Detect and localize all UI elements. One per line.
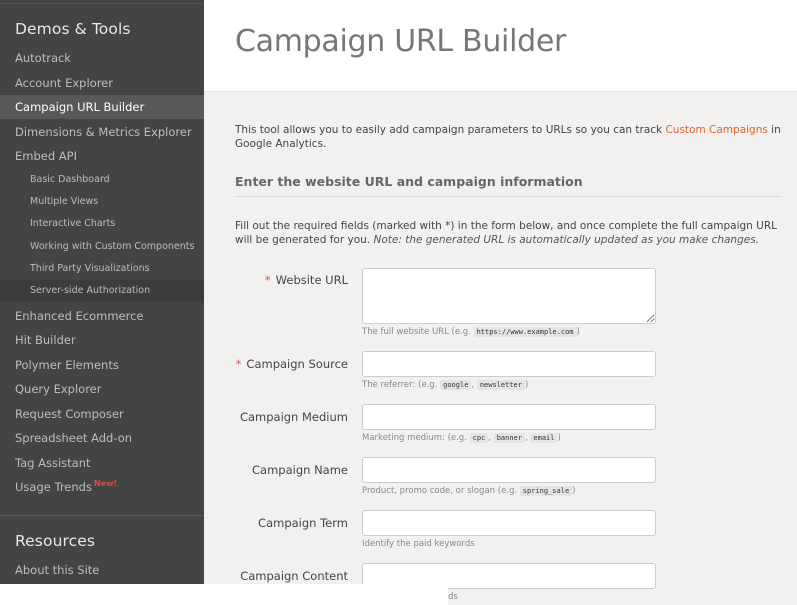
- sidebar-item-usage-trends[interactable]: Usage Trends New!: [0, 475, 204, 499]
- required-marker: *: [235, 357, 242, 371]
- sidebar-item-hit-builder[interactable]: Hit Builder: [0, 328, 204, 352]
- website-url-input[interactable]: [362, 268, 656, 324]
- sidebar-item-campaign-url-builder[interactable]: Campaign URL Builder: [0, 95, 204, 119]
- campaign-term-help: Identify the paid keywords: [362, 539, 475, 549]
- intro-text-before: This tool allows you to easily add campa…: [235, 124, 666, 136]
- sidebar-item-request-composer[interactable]: Request Composer: [0, 402, 204, 426]
- sidebar-section-title-demos: Demos & Tools: [15, 20, 131, 38]
- custom-campaigns-link[interactable]: Custom Campaigns: [665, 124, 767, 136]
- example-code: cpc: [469, 433, 489, 443]
- sidebar-subitem-interactive-charts[interactable]: Interactive Charts: [0, 213, 204, 235]
- campaign-name-help: Product, promo code, or slogan (e.g. spr…: [362, 486, 575, 496]
- sidebar-item-dimensions-metrics-explorer[interactable]: Dimensions & Metrics Explorer: [0, 120, 204, 144]
- example-code: banner: [493, 433, 525, 443]
- instructions-text: Fill out the required fields (marked wit…: [235, 219, 785, 247]
- sidebar-subitem-server-side-authorization[interactable]: Server-side Authorization: [0, 280, 204, 302]
- website-url-label: * Website URL: [204, 273, 348, 287]
- page-title: Campaign URL Builder: [235, 24, 567, 59]
- sidebar-subitem-basic-dashboard[interactable]: Basic Dashboard: [0, 169, 204, 191]
- sidebar-subitem-custom-components[interactable]: Working with Custom Components: [0, 236, 204, 258]
- sidebar-item-label: Usage Trends: [15, 480, 92, 494]
- campaign-source-input[interactable]: [362, 351, 656, 377]
- sidebar-item-tag-assistant[interactable]: Tag Assistant: [0, 451, 204, 475]
- website-url-help: The full website URL (e.g. https://www.e…: [362, 327, 580, 337]
- sidebar-item-autotrack[interactable]: Autotrack: [0, 46, 204, 70]
- example-code: newsletter: [476, 380, 525, 390]
- instructions-note: Note: the generated URL is automatically…: [373, 234, 760, 246]
- section-heading: Enter the website URL and campaign infor…: [235, 174, 782, 197]
- campaign-name-input[interactable]: [362, 457, 656, 483]
- campaign-name-label: Campaign Name: [252, 463, 348, 477]
- main-content: This tool allows you to easily add campa…: [204, 93, 797, 605]
- campaign-source-label-text: Campaign Source: [246, 357, 348, 371]
- campaign-source-help: The referrer: (e.g. google, newsletter): [362, 380, 529, 390]
- sidebar-divider: [0, 515, 204, 516]
- intro-text: This tool allows you to easily add campa…: [235, 123, 785, 151]
- page-header: Campaign URL Builder: [204, 0, 797, 92]
- help-text: ): [576, 327, 580, 337]
- sidebar-top-divider: [0, 3, 204, 4]
- sidebar-item-embed-api[interactable]: Embed API: [0, 144, 204, 168]
- new-badge: New!: [93, 479, 118, 488]
- sidebar-item-spreadsheet-add-on[interactable]: Spreadsheet Add-on: [0, 426, 204, 450]
- sidebar-subitem-multiple-views[interactable]: Multiple Views: [0, 191, 204, 213]
- help-text: ): [572, 486, 576, 496]
- campaign-content-help: ds: [448, 592, 458, 602]
- sidebar-item-query-explorer[interactable]: Query Explorer: [0, 377, 204, 401]
- campaign-source-label: * Campaign Source: [204, 357, 348, 371]
- help-text: ): [524, 380, 529, 390]
- campaign-medium-label: Campaign Medium: [239, 410, 348, 424]
- campaign-medium-input[interactable]: [362, 404, 656, 430]
- help-text: ): [557, 433, 561, 443]
- website-url-label-text: Website URL: [275, 273, 348, 287]
- help-text: The referrer: (e.g.: [362, 380, 441, 390]
- example-code: https://www.example.com: [473, 327, 577, 337]
- required-marker: *: [264, 273, 271, 287]
- campaign-term-label: Campaign Term: [258, 516, 348, 530]
- sidebar: Demos & Tools Autotrack Account Explorer…: [0, 0, 204, 605]
- sidebar-item-account-explorer[interactable]: Account Explorer: [0, 71, 204, 95]
- sidebar-subitem-third-party-visualizations[interactable]: Third Party Visualizations: [0, 258, 204, 280]
- example-code: spring_sale: [519, 486, 573, 496]
- sidebar-item-enhanced-ecommerce[interactable]: Enhanced Ecommerce: [0, 304, 204, 328]
- campaign-content-label: Campaign Content: [240, 569, 348, 583]
- help-text: Product, promo code, or slogan (e.g.: [362, 486, 520, 496]
- example-code: google: [440, 380, 472, 390]
- campaign-term-input[interactable]: [362, 510, 656, 536]
- help-text: Marketing medium: (e.g.: [362, 433, 470, 443]
- sidebar-item-about-this-site[interactable]: About this Site: [0, 558, 204, 582]
- occluding-overlay: [0, 584, 448, 605]
- example-code: email: [530, 433, 558, 443]
- help-text: The full website URL (e.g.: [362, 327, 474, 337]
- sidebar-item-polymer-elements[interactable]: Polymer Elements: [0, 353, 204, 377]
- campaign-medium-help: Marketing medium: (e.g. cpc, banner, ema…: [362, 433, 561, 443]
- sidebar-section-title-resources: Resources: [15, 532, 96, 550]
